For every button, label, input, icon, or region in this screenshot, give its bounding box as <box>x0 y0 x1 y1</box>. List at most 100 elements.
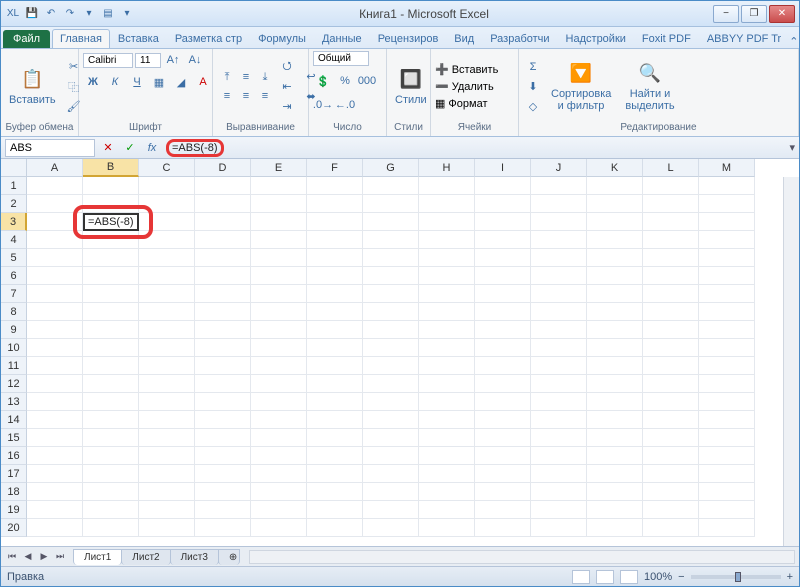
cell[interactable] <box>475 519 531 537</box>
cell[interactable] <box>363 285 419 303</box>
cell[interactable] <box>27 285 83 303</box>
cell[interactable] <box>531 213 587 231</box>
row-header-13[interactable]: 13 <box>1 393 27 411</box>
cell[interactable] <box>419 303 475 321</box>
indent-dec-icon[interactable]: ⇤ <box>277 78 297 96</box>
cell[interactable] <box>643 177 699 195</box>
cell[interactable] <box>139 393 195 411</box>
cell[interactable] <box>251 447 307 465</box>
cell[interactable] <box>307 429 363 447</box>
cell[interactable] <box>139 375 195 393</box>
cell[interactable] <box>475 429 531 447</box>
cell[interactable] <box>251 195 307 213</box>
cells-insert-button[interactable]: ➕Вставить <box>435 63 498 76</box>
cell[interactable] <box>27 429 83 447</box>
cell[interactable] <box>531 519 587 537</box>
cell[interactable] <box>251 429 307 447</box>
cell[interactable] <box>83 429 139 447</box>
cell[interactable] <box>699 303 755 321</box>
cell[interactable] <box>251 393 307 411</box>
cell[interactable] <box>587 249 643 267</box>
cell[interactable] <box>139 465 195 483</box>
font-size-select[interactable]: 11 <box>135 53 161 68</box>
cell[interactable] <box>195 447 251 465</box>
cell[interactable] <box>419 267 475 285</box>
cell[interactable] <box>195 321 251 339</box>
qat-dropdown-icon[interactable]: ▾ <box>119 6 135 22</box>
cell[interactable] <box>363 429 419 447</box>
cell[interactable] <box>419 519 475 537</box>
cell[interactable] <box>139 357 195 375</box>
fill-icon[interactable]: ⬇ <box>523 78 543 96</box>
cell[interactable] <box>587 357 643 375</box>
row-header-12[interactable]: 12 <box>1 375 27 393</box>
save-icon[interactable]: 💾 <box>24 6 40 22</box>
cell[interactable] <box>307 465 363 483</box>
align-right-icon[interactable]: ≡ <box>255 87 275 105</box>
cell[interactable] <box>251 465 307 483</box>
font-color-icon[interactable]: A <box>193 73 213 91</box>
cell[interactable] <box>139 285 195 303</box>
zoom-thumb[interactable] <box>735 572 741 582</box>
cell[interactable] <box>251 267 307 285</box>
col-header-J[interactable]: J <box>531 159 587 177</box>
row-header-1[interactable]: 1 <box>1 177 27 195</box>
cells-format-button[interactable]: ▦Формат <box>435 97 498 110</box>
cell[interactable] <box>139 267 195 285</box>
cell[interactable] <box>419 375 475 393</box>
cell[interactable] <box>195 411 251 429</box>
tab-abbyy[interactable]: ABBYY PDF Tr <box>699 29 789 48</box>
cell[interactable] <box>643 195 699 213</box>
cell[interactable] <box>643 231 699 249</box>
cell[interactable] <box>531 375 587 393</box>
cell[interactable] <box>307 501 363 519</box>
cell[interactable] <box>419 285 475 303</box>
cell[interactable] <box>27 411 83 429</box>
cell[interactable] <box>83 339 139 357</box>
cell[interactable] <box>363 375 419 393</box>
cell[interactable] <box>139 195 195 213</box>
cell[interactable] <box>307 303 363 321</box>
cell[interactable] <box>699 177 755 195</box>
cell[interactable] <box>699 519 755 537</box>
sheet-nav-first-icon[interactable]: ⏮ <box>5 550 19 564</box>
cell[interactable] <box>307 321 363 339</box>
cell[interactable] <box>195 249 251 267</box>
cell[interactable] <box>27 177 83 195</box>
row-header-18[interactable]: 18 <box>1 483 27 501</box>
cell[interactable] <box>587 447 643 465</box>
tab-review[interactable]: Рецензиров <box>370 29 447 48</box>
comma-icon[interactable]: 000 <box>357 72 377 90</box>
cell[interactable] <box>27 339 83 357</box>
cell[interactable] <box>475 393 531 411</box>
select-all-corner[interactable] <box>1 159 27 177</box>
horizontal-scrollbar[interactable] <box>249 550 795 564</box>
cell[interactable] <box>531 429 587 447</box>
fx-icon[interactable]: fx <box>143 139 161 157</box>
name-box[interactable]: ABS <box>5 139 95 157</box>
cell[interactable] <box>475 447 531 465</box>
cell[interactable] <box>83 249 139 267</box>
cell[interactable] <box>139 519 195 537</box>
cell[interactable] <box>83 321 139 339</box>
row-header-4[interactable]: 4 <box>1 231 27 249</box>
col-header-H[interactable]: H <box>419 159 475 177</box>
cell[interactable] <box>531 285 587 303</box>
cell[interactable] <box>139 339 195 357</box>
cell[interactable] <box>27 231 83 249</box>
cell[interactable] <box>643 447 699 465</box>
cell[interactable] <box>139 177 195 195</box>
sheet-tab-2[interactable]: Лист2 <box>121 549 170 565</box>
cell[interactable] <box>531 321 587 339</box>
cell[interactable] <box>531 465 587 483</box>
cell[interactable] <box>363 483 419 501</box>
align-center-icon[interactable]: ≡ <box>236 87 256 105</box>
cell[interactable] <box>83 231 139 249</box>
cell[interactable] <box>83 195 139 213</box>
cell[interactable] <box>83 519 139 537</box>
align-left-icon[interactable]: ≡ <box>217 87 237 105</box>
cell[interactable] <box>195 213 251 231</box>
paste-button[interactable]: 📋 Вставить <box>5 66 60 108</box>
cell[interactable] <box>531 303 587 321</box>
cell[interactable] <box>587 195 643 213</box>
